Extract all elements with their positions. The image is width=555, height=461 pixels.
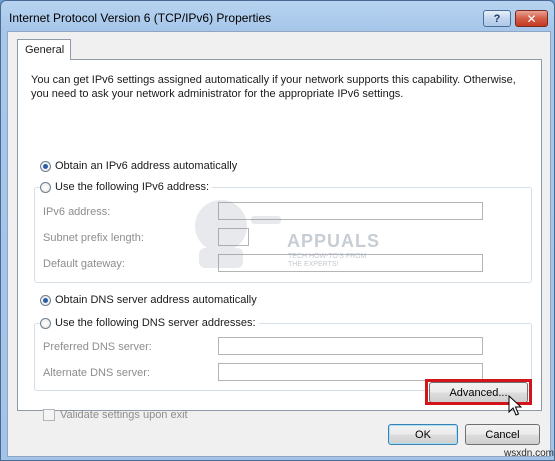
properties-dialog: Internet Protocol Version 6 (TCP/IPv6) P… [0, 0, 555, 461]
validate-checkbox[interactable] [43, 409, 55, 421]
preferred-dns-label: Preferred DNS server: [43, 341, 152, 353]
cancel-button[interactable]: Cancel [465, 424, 540, 445]
window-title: Internet Protocol Version 6 (TCP/IPv6) P… [9, 11, 272, 25]
ok-button[interactable]: OK [388, 424, 458, 445]
ipv6-manual-radio[interactable] [40, 181, 51, 193]
close-button[interactable]: ✕ [515, 10, 548, 27]
subnet-prefix-label: Subnet prefix length: [43, 232, 144, 244]
watermark-tagline: TECH HOW-TO'S FROM THE EXPERTS! [288, 253, 366, 269]
default-gateway-label: Default gateway: [43, 258, 125, 270]
ipv6-auto-radio[interactable] [40, 160, 51, 172]
dns-auto-radio[interactable] [40, 294, 51, 306]
site-caption: wsxdn.com [504, 448, 555, 459]
mouse-pointer-icon [508, 395, 522, 416]
dns-auto-label: Obtain DNS server address automatically [55, 294, 257, 306]
watermark-tagline-1: TECH HOW-TO'S FROM [288, 253, 367, 260]
dns-manual-radio[interactable] [40, 317, 51, 329]
validate-label: Validate settings upon exit [60, 409, 188, 421]
dns-auto-option[interactable]: Obtain DNS server address automatically [40, 294, 260, 306]
validate-option[interactable]: Validate settings upon exit [43, 409, 188, 421]
ipv6-manual-label: Use the following IPv6 address: [55, 181, 210, 193]
help-button[interactable]: ? [483, 10, 511, 27]
preferred-dns-field[interactable] [218, 337, 483, 355]
watermark-brand: APPUALS [287, 231, 381, 251]
tab-general[interactable]: General [17, 39, 71, 60]
intro-text: You can get IPv6 settings assigned autom… [31, 74, 516, 100]
ipv6-address-label: IPv6 address: [43, 206, 111, 218]
dns-manual-label: Use the following DNS server addresses: [55, 317, 256, 329]
watermark-tagline-2: THE EXPERTS! [288, 261, 339, 268]
dns-manual-option[interactable]: Use the following DNS server addresses: [40, 317, 259, 329]
ipv6-manual-option[interactable]: Use the following IPv6 address: [40, 181, 213, 193]
alternate-dns-label: Alternate DNS server: [43, 367, 150, 379]
ipv6-auto-option[interactable]: Obtain an IPv6 address automatically [40, 160, 241, 172]
ipv6-auto-label: Obtain an IPv6 address automatically [55, 160, 238, 172]
